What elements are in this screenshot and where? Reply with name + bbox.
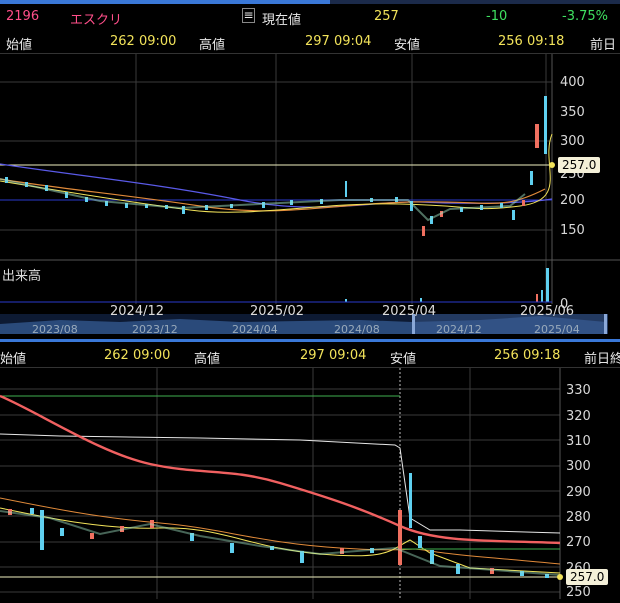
stock-name[interactable]: エスクリ: [70, 9, 122, 28]
stock-code: 2196: [6, 9, 40, 24]
low-label-2: 安値: [390, 352, 417, 367]
y2-tick-320: 320: [566, 409, 591, 424]
nav-tick-3: 2024/08: [334, 323, 380, 336]
y-tick-300: 300: [560, 134, 585, 149]
change-value: -10: [486, 9, 508, 24]
open-value: 262 09:00: [110, 34, 177, 49]
navigator-range-handle[interactable]: [412, 314, 608, 334]
y2-tick-280: 280: [566, 510, 591, 525]
intraday-chart[interactable]: 330 320 310 300 290 280 270 260 250 257.…: [0, 367, 620, 600]
nav-tick-1: 2023/12: [132, 323, 178, 336]
quote-header: 2196 エスクリ ≡ 現在値 257 -10 -3.75%: [0, 0, 620, 30]
high-label: 高値: [199, 38, 226, 53]
y-tick-400: 400: [560, 75, 585, 90]
y2-tick-270: 270: [566, 535, 591, 550]
y2-tick-290: 290: [566, 485, 591, 500]
y2-tick-330: 330: [566, 383, 591, 398]
low-label: 安値: [394, 38, 421, 53]
x-tick-2024-12: 2024/12: [110, 304, 165, 319]
document-icon[interactable]: ≡: [242, 8, 255, 23]
open-label: 始値: [6, 38, 33, 53]
y-tick-150: 150: [560, 223, 585, 238]
header-progress: [0, 0, 330, 4]
y2-tick-310: 310: [566, 434, 591, 449]
open-label-2: 始値: [0, 352, 27, 367]
intraday-candles: [8, 473, 549, 578]
x-tick-2025-02: 2025/02: [250, 304, 305, 319]
low-value: 256 09:18: [498, 34, 565, 49]
open-value-2: 262 09:00: [104, 348, 171, 363]
current-value: 257: [374, 9, 399, 24]
price-tag-top: 257.0: [558, 157, 601, 173]
intraday-chart-svg: [0, 368, 563, 599]
daily-chart-svg: 400 350 300 200 150 0: [0, 54, 620, 334]
daily-chart[interactable]: 400 350 300 200 150 0 250 257.0 出来高 2024…: [0, 53, 620, 340]
y-tick-350: 350: [560, 105, 585, 120]
panel-divider[interactable]: [0, 339, 620, 342]
nav-tick-2: 2024/04: [232, 323, 278, 336]
prev-label: 前日: [590, 38, 617, 53]
volume-bars: [345, 268, 549, 302]
high-value: 297 09:04: [305, 34, 372, 49]
ohlc-row-bottom: 始値 262 09:00 高値 297 09:04 安値 256 09:18 前…: [0, 345, 620, 367]
ohlc-row-top: 始値 262 09:00 高値 297 09:04 安値 256 09:18 前…: [0, 31, 620, 53]
prev-label-2: 前日終: [584, 352, 620, 367]
high-label-2: 高値: [194, 352, 221, 367]
change-pct: -3.75%: [562, 9, 608, 24]
volume-label: 出来高: [2, 269, 42, 284]
header-progress-bg: [330, 0, 620, 4]
nav-tick-0: 2023/08: [32, 323, 78, 336]
current-label: 現在値: [262, 13, 302, 28]
high-value-2: 297 09:04: [300, 348, 367, 363]
price-tag-bottom: 257.0: [566, 569, 609, 585]
y2-tick-300: 300: [566, 459, 591, 474]
y-tick-200: 200: [560, 193, 585, 208]
low-value-2: 256 09:18: [494, 348, 561, 363]
